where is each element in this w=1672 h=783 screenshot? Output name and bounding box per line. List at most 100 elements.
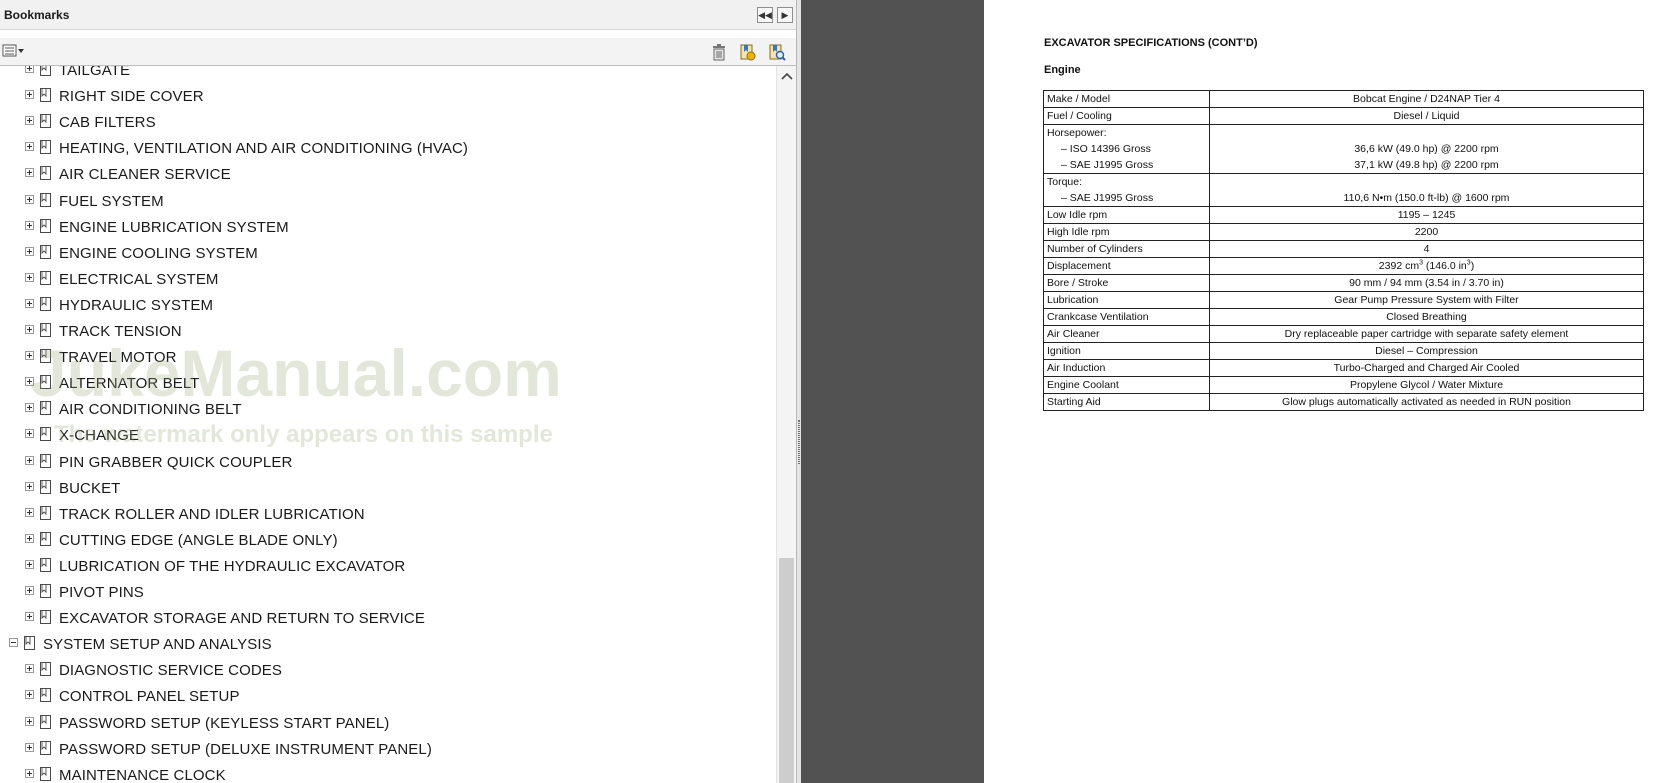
bookmark-item[interactable]: CAB FILTERS bbox=[0, 112, 770, 138]
expand-toggle-icon[interactable] bbox=[25, 246, 34, 256]
bookmark-item[interactable]: HEATING, VENTILATION AND AIR CONDITIONIN… bbox=[0, 138, 770, 164]
spec-label-group: Horsepower: – ISO 14396 Gross – SAE J199… bbox=[1043, 124, 1210, 174]
bookmark-item[interactable]: DIAGNOSTIC SERVICE CODES bbox=[0, 660, 770, 686]
bookmark-item[interactable]: BUCKET bbox=[0, 478, 770, 504]
delete-bookmark-button[interactable] bbox=[710, 43, 728, 61]
expand-toggle-icon[interactable] bbox=[25, 272, 34, 282]
bookmark-label[interactable]: MAINTENANCE CLOCK bbox=[59, 767, 226, 783]
expand-toggle-icon[interactable] bbox=[25, 742, 34, 752]
expand-toggle-icon[interactable] bbox=[25, 194, 34, 204]
expand-toggle-icon[interactable] bbox=[25, 403, 34, 413]
bookmark-item[interactable]: ENGINE COOLING SYSTEM bbox=[0, 243, 770, 269]
bookmark-item[interactable]: TRAVEL MOTOR bbox=[0, 347, 770, 373]
expand-toggle-icon[interactable] bbox=[25, 455, 34, 465]
bookmark-label[interactable]: ENGINE COOLING SYSTEM bbox=[59, 245, 258, 262]
bookmark-label[interactable]: BUCKET bbox=[59, 480, 120, 497]
bookmark-item[interactable]: PIN GRABBER QUICK COUPLER bbox=[0, 452, 770, 478]
bookmark-label[interactable]: HYDRAULIC SYSTEM bbox=[59, 297, 213, 314]
expand-panel-button[interactable]: ▶ bbox=[777, 7, 793, 23]
bookmark-label[interactable]: AIR CLEANER SERVICE bbox=[59, 166, 231, 183]
bookmark-item[interactable]: HYDRAULIC SYSTEM bbox=[0, 295, 770, 321]
expand-toggle-icon[interactable] bbox=[25, 66, 34, 73]
scrollbar-thumb[interactable] bbox=[779, 558, 794, 783]
bookmark-item[interactable]: AIR CLEANER SERVICE bbox=[0, 164, 770, 190]
bookmark-label[interactable]: ELECTRICAL SYSTEM bbox=[59, 271, 219, 288]
bookmark-label[interactable]: LUBRICATION OF THE HYDRAULIC EXCAVATOR bbox=[59, 558, 405, 575]
bookmark-item[interactable]: TAILGATE bbox=[0, 66, 770, 86]
bookmark-item[interactable]: ELECTRICAL SYSTEM bbox=[0, 269, 770, 295]
bookmark-item[interactable]: SYSTEM SETUP AND ANALYSIS bbox=[0, 634, 770, 660]
expand-toggle-icon[interactable] bbox=[25, 507, 34, 517]
expand-toggle-icon[interactable] bbox=[25, 142, 34, 152]
document-page: EXCAVATOR SPECIFICATIONS (CONT’D) Engine… bbox=[984, 0, 1672, 783]
scroll-up-button[interactable] bbox=[777, 68, 797, 84]
bookmark-label[interactable]: EXCAVATOR STORAGE AND RETURN TO SERVICE bbox=[59, 610, 425, 627]
expand-toggle-icon[interactable] bbox=[25, 377, 34, 387]
expand-toggle-icon[interactable] bbox=[25, 690, 34, 700]
expand-toggle-icon[interactable] bbox=[25, 664, 34, 674]
expand-toggle-icon[interactable] bbox=[25, 325, 34, 334]
bookmark-label[interactable]: AIR CONDITIONING BELT bbox=[59, 401, 242, 418]
bookmark-item[interactable]: FUEL SYSTEM bbox=[0, 191, 770, 217]
bookmark-label[interactable]: TRACK ROLLER AND IDLER LUBRICATION bbox=[59, 506, 365, 523]
bookmark-label[interactable]: DIAGNOSTIC SERVICE CODES bbox=[59, 662, 282, 679]
bookmark-item[interactable]: EXCAVATOR STORAGE AND RETURN TO SERVICE bbox=[0, 608, 770, 634]
bookmark-label[interactable]: TAILGATE bbox=[59, 66, 130, 79]
table-row: Number of Cylinders 4 bbox=[1043, 240, 1644, 258]
bookmark-label[interactable]: PIN GRABBER QUICK COUPLER bbox=[59, 454, 292, 471]
bookmark-item[interactable]: PIVOT PINS bbox=[0, 582, 770, 608]
bookmark-label[interactable]: CUTTING EDGE (ANGLE BLADE ONLY) bbox=[59, 532, 338, 549]
expand-toggle-icon[interactable] bbox=[25, 481, 34, 491]
spec-value: Gear Pump Pressure System with Filter bbox=[1209, 291, 1644, 309]
bookmark-item[interactable]: ENGINE LUBRICATION SYSTEM bbox=[0, 217, 770, 243]
expand-toggle-icon[interactable] bbox=[25, 429, 34, 439]
bookmark-item[interactable]: CUTTING EDGE (ANGLE BLADE ONLY) bbox=[0, 530, 770, 556]
expand-toggle-icon[interactable] bbox=[25, 533, 34, 543]
collapse-toggle-icon[interactable] bbox=[9, 638, 18, 648]
bookmark-item[interactable]: RIGHT SIDE COVER bbox=[0, 86, 770, 112]
splitter-grip[interactable] bbox=[798, 420, 800, 464]
expand-toggle-icon[interactable] bbox=[25, 220, 34, 230]
bookmark-label[interactable]: ALTERNATOR BELT bbox=[59, 375, 199, 392]
bookmark-icon bbox=[39, 557, 53, 573]
find-bookmark-button[interactable] bbox=[768, 43, 786, 61]
bookmark-item[interactable]: AIR CONDITIONING BELT bbox=[0, 399, 770, 425]
expand-toggle-icon[interactable] bbox=[25, 586, 34, 595]
expand-toggle-icon[interactable] bbox=[25, 116, 34, 126]
bookmark-label[interactable]: TRAVEL MOTOR bbox=[59, 349, 177, 366]
bookmark-item[interactable]: TRACK ROLLER AND IDLER LUBRICATION bbox=[0, 504, 770, 530]
bookmark-label[interactable]: PIVOT PINS bbox=[59, 584, 144, 601]
bookmark-item[interactable]: MAINTENANCE CLOCK bbox=[0, 765, 770, 783]
bookmark-item[interactable]: PASSWORD SETUP (DELUXE INSTRUMENT PANEL) bbox=[0, 739, 770, 765]
expand-toggle-icon[interactable] bbox=[25, 168, 34, 178]
bookmark-label[interactable]: CONTROL PANEL SETUP bbox=[59, 688, 240, 705]
expand-toggle-icon[interactable] bbox=[25, 351, 34, 361]
bookmark-item[interactable]: X-CHANGE bbox=[0, 425, 770, 451]
expand-toggle-icon[interactable] bbox=[25, 298, 34, 308]
bookmark-label[interactable]: FUEL SYSTEM bbox=[59, 193, 164, 210]
collapse-panel-button[interactable]: ◀◀ bbox=[757, 7, 773, 23]
bookmark-item[interactable]: LUBRICATION OF THE HYDRAULIC EXCAVATOR bbox=[0, 556, 770, 582]
bookmark-label[interactable]: PASSWORD SETUP (DELUXE INSTRUMENT PANEL) bbox=[59, 741, 432, 758]
bookmark-label[interactable]: RIGHT SIDE COVER bbox=[59, 88, 204, 105]
expand-toggle-icon[interactable] bbox=[25, 716, 34, 726]
bookmark-item[interactable]: CONTROL PANEL SETUP bbox=[0, 686, 770, 712]
bookmark-label[interactable]: TRACK TENSION bbox=[59, 323, 182, 340]
table-row: Fuel / Cooling Diesel / Liquid bbox=[1043, 107, 1644, 125]
bookmark-label[interactable]: SYSTEM SETUP AND ANALYSIS bbox=[43, 636, 272, 653]
expand-toggle-icon[interactable] bbox=[25, 90, 34, 100]
options-menu-button[interactable] bbox=[2, 43, 26, 59]
bookmark-label[interactable]: X-CHANGE bbox=[59, 427, 139, 444]
bookmark-item[interactable]: ALTERNATOR BELT bbox=[0, 373, 770, 399]
expand-toggle-icon[interactable] bbox=[25, 559, 34, 569]
expand-toggle-icon[interactable] bbox=[25, 612, 34, 622]
bookmark-label[interactable]: PASSWORD SETUP (KEYLESS START PANEL) bbox=[59, 715, 389, 732]
bookmark-item[interactable]: PASSWORD SETUP (KEYLESS START PANEL) bbox=[0, 713, 770, 739]
tree-scrollbar[interactable] bbox=[776, 66, 796, 783]
new-bookmark-button[interactable] bbox=[738, 43, 756, 61]
bookmark-label[interactable]: ENGINE LUBRICATION SYSTEM bbox=[59, 219, 289, 236]
expand-toggle-icon[interactable] bbox=[25, 768, 34, 778]
bookmark-item[interactable]: TRACK TENSION bbox=[0, 321, 770, 347]
bookmark-label[interactable]: HEATING, VENTILATION AND AIR CONDITIONIN… bbox=[59, 140, 468, 157]
bookmark-label[interactable]: CAB FILTERS bbox=[59, 114, 156, 131]
